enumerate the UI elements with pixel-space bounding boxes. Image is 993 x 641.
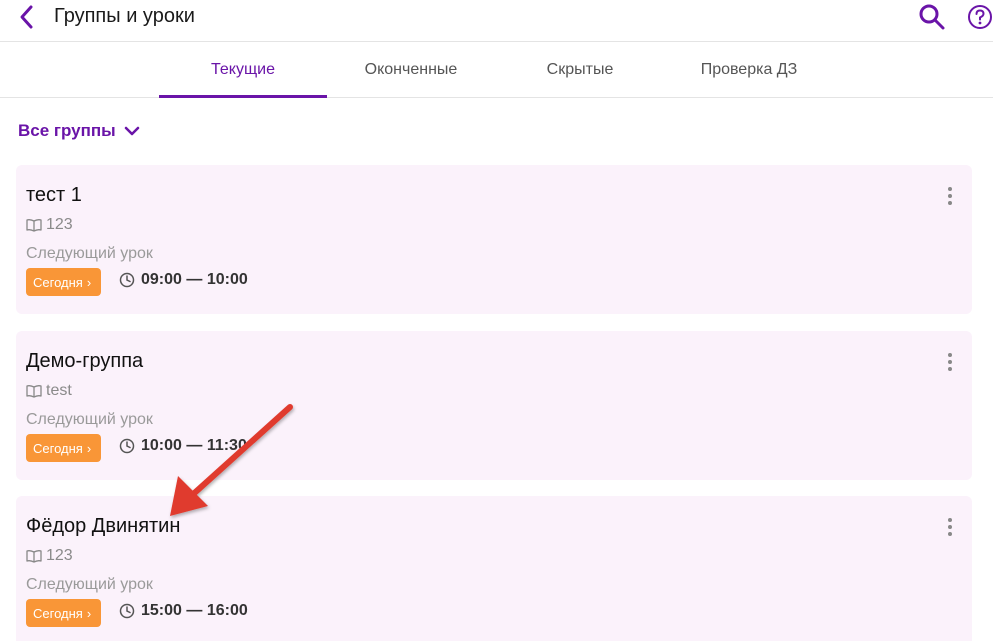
tab-current[interactable]: Текущие [159,43,327,98]
group-card[interactable]: тест 1 123 Следующий урок Сегодня › 09:0… [16,165,972,314]
help-icon [968,5,992,29]
more-vertical-icon [948,518,952,536]
back-button[interactable] [14,4,40,30]
page-title: Группы и уроки [54,5,195,27]
search-button[interactable] [918,3,946,31]
today-label: Сегодня [33,274,83,290]
subject-label: test [46,382,72,399]
help-button[interactable] [967,4,993,32]
more-vertical-icon [948,187,952,205]
chevron-right-icon: › [86,440,92,456]
lesson-time: 15:00 — 16:00 [119,602,248,620]
card-menu-button[interactable] [942,516,958,538]
next-lesson-label: Следующий урок [26,411,153,428]
tab-bar: Текущие Оконченные Скрытые Проверка ДЗ [0,43,993,98]
today-label: Сегодня [33,605,83,621]
next-lesson-label: Следующий урок [26,245,153,262]
tab-homework-review[interactable]: Проверка ДЗ [665,43,833,97]
more-vertical-icon [948,353,952,371]
group-title: тест 1 [26,184,82,206]
book-icon [26,219,42,232]
group-card[interactable]: Демо-группа test Следующий урок Сегодня … [16,331,972,480]
group-title: Демо-группа [26,350,144,372]
book-icon [26,550,42,563]
tab-finished[interactable]: Оконченные [327,43,495,97]
chevron-down-icon [124,126,139,136]
subject-label: 123 [46,216,73,233]
group-title: Фёдор Двинятин [26,515,181,537]
top-bar: Группы и уроки [0,0,993,42]
search-icon [919,4,945,30]
today-button[interactable]: Сегодня › [26,599,102,627]
card-menu-button[interactable] [942,351,958,373]
chevron-left-icon [20,5,33,29]
book-icon [26,385,42,398]
subject-label: 123 [46,547,73,564]
subject: 123 [26,216,73,234]
clock-icon [119,438,135,454]
card-menu-button[interactable] [942,185,958,207]
clock-icon [119,603,135,619]
lesson-time: 09:00 — 10:00 [119,271,248,289]
chevron-right-icon: › [86,274,92,290]
today-button[interactable]: Сегодня › [26,268,102,296]
lesson-time: 10:00 — 11:30 [119,437,247,455]
chevron-right-icon: › [86,605,92,621]
lesson-time-value: 15:00 — 16:00 [141,602,248,619]
group-card[interactable]: Фёдор Двинятин 123 Следующий урок Сегодн… [16,496,972,641]
tab-hidden[interactable]: Скрытые [495,43,665,97]
clock-icon [119,272,135,288]
group-filter-label: Все группы [18,121,116,140]
next-lesson-label: Следующий урок [26,576,153,593]
today-button[interactable]: Сегодня › [26,434,102,462]
lesson-time-value: 09:00 — 10:00 [141,271,248,288]
today-label: Сегодня [33,440,83,456]
subject: 123 [26,547,73,565]
group-filter-dropdown[interactable]: Все группы [18,119,140,143]
subject: test [26,382,72,400]
lesson-time-value: 10:00 — 11:30 [141,437,247,454]
